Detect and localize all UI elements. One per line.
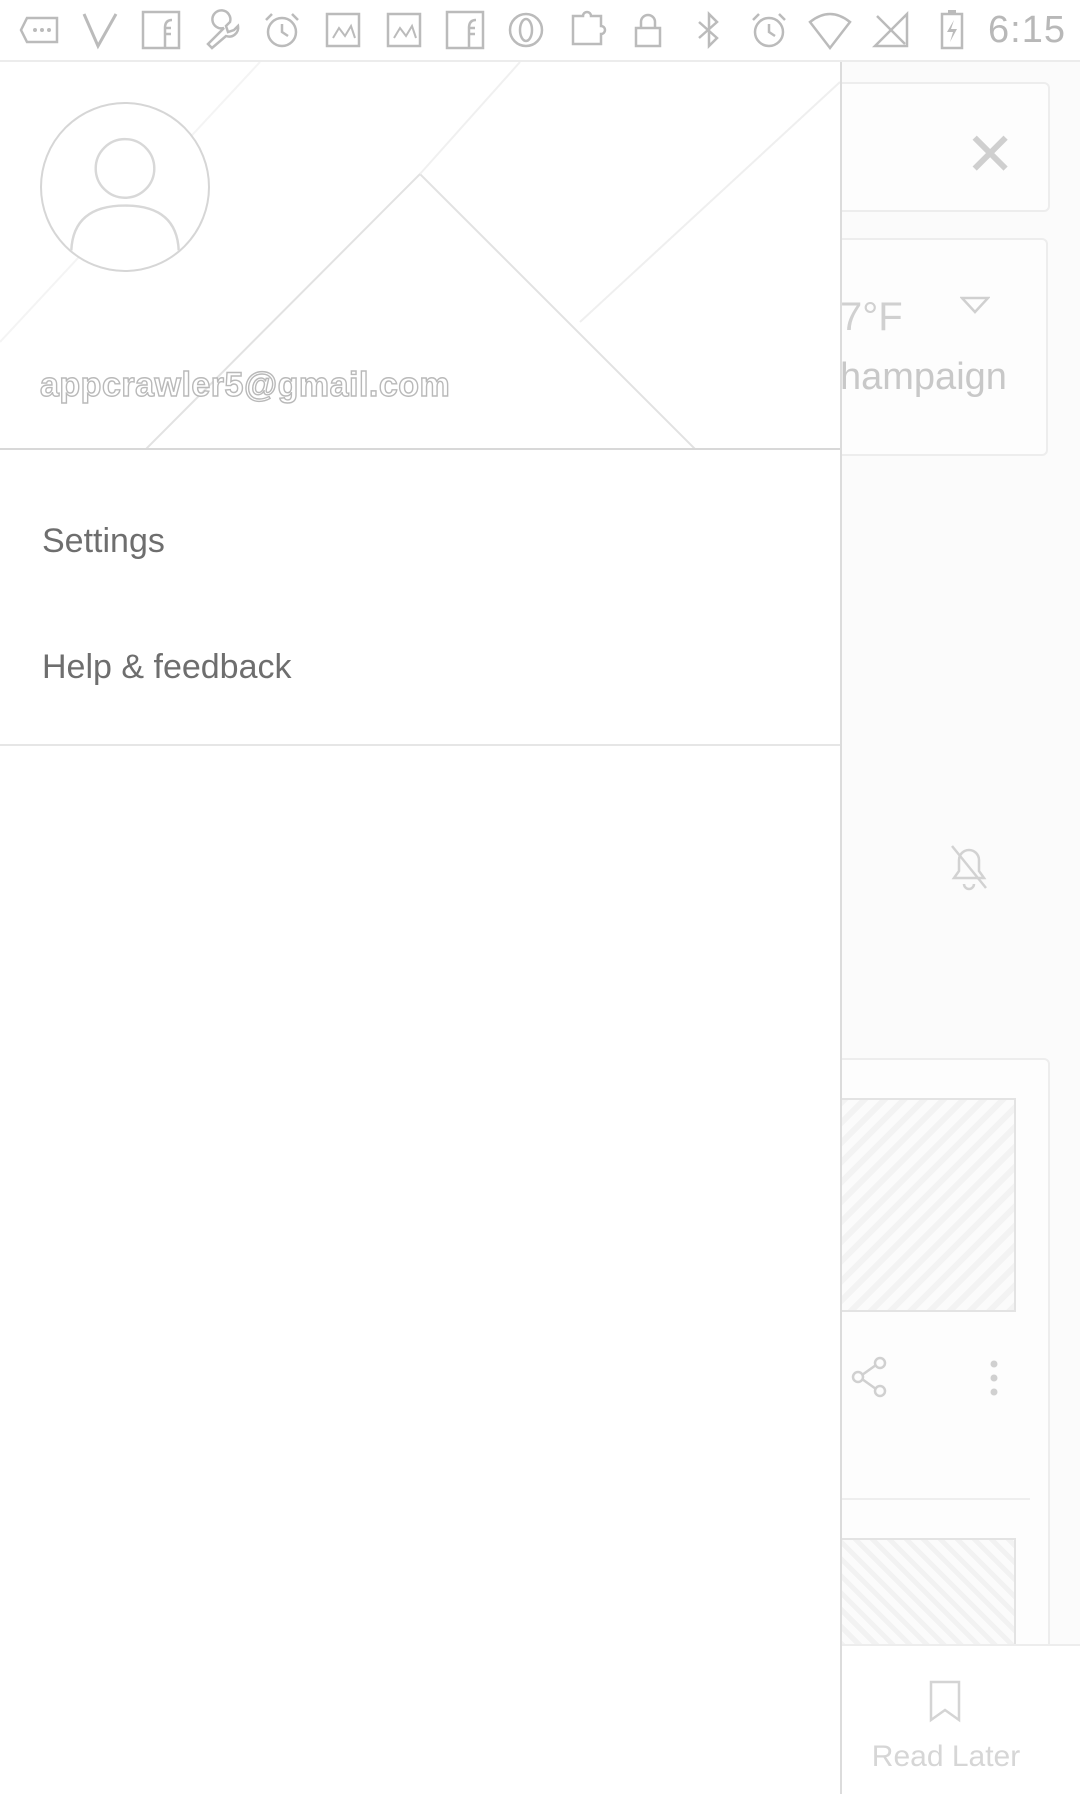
drawer-header: appcrawler5@gmail.com [0, 62, 840, 450]
menu-divider [0, 744, 840, 746]
drawer-menu: Settings Help & feedback [0, 450, 840, 746]
facebook-icon [440, 4, 490, 56]
read-later-tab[interactable]: Read Later [842, 1740, 1050, 1774]
no-signal-icon [866, 4, 916, 56]
share-icon[interactable] [848, 1355, 890, 1404]
settings-menu-item[interactable]: Settings [0, 478, 840, 604]
help-feedback-menu-label: Help & feedback [42, 647, 292, 686]
wrench-icon [197, 4, 247, 56]
wifi-icon [805, 4, 855, 56]
status-bar: 6:15 [0, 0, 1080, 62]
facebook-icon [136, 4, 186, 56]
battery-charging-icon [927, 4, 977, 56]
account-email[interactable]: appcrawler5@gmail.com [39, 365, 450, 405]
notifications-off-icon[interactable] [944, 838, 994, 899]
message-icon [14, 4, 64, 56]
alarm-icon [745, 4, 795, 56]
chevron-down-icon[interactable] [959, 296, 991, 321]
puzzle-icon [562, 4, 612, 56]
clock-time: 6:15 [988, 8, 1066, 51]
opera-icon [501, 4, 551, 56]
bookmark-icon[interactable] [927, 1678, 963, 1729]
weather-city: hampaign [840, 356, 1007, 398]
lock-icon [623, 4, 673, 56]
bluetooth-icon [684, 4, 734, 56]
article-photo[interactable] [838, 1538, 1016, 1648]
account-placeholder-icon [70, 137, 180, 251]
help-feedback-menu-item[interactable]: Help & feedback [0, 604, 840, 730]
more-vert-icon[interactable] [988, 1358, 1000, 1403]
background-divider [842, 1498, 1030, 1500]
weather-temperature: 7°F [840, 295, 903, 339]
photo-icon [379, 4, 429, 56]
close-icon[interactable]: ✕ [965, 125, 1015, 185]
vine-icon [75, 4, 125, 56]
settings-menu-label: Settings [42, 521, 165, 560]
photo-icon [318, 4, 368, 56]
screen: 6:15 ✕ 7°F hampaign Read Later appcrawle… [0, 0, 1080, 1794]
navigation-drawer: appcrawler5@gmail.com Settings Help & fe… [0, 62, 842, 1794]
article-photo[interactable] [838, 1098, 1016, 1312]
avatar[interactable] [40, 102, 210, 272]
alarm-icon [258, 4, 308, 56]
